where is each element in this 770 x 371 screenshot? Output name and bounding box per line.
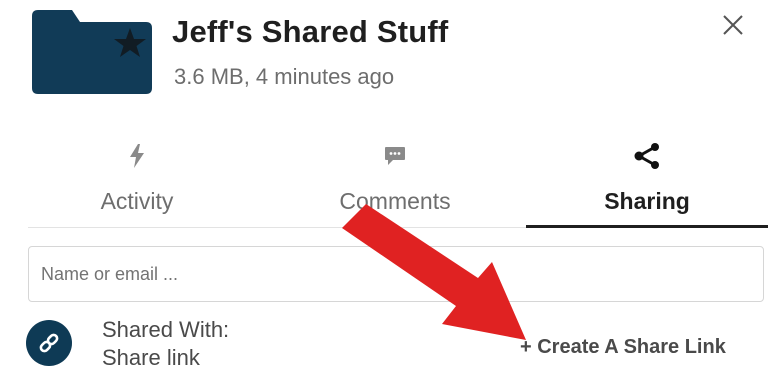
tab-comments[interactable]: Comments xyxy=(300,130,490,228)
folder-star-icon xyxy=(32,10,152,94)
close-button[interactable] xyxy=(716,8,750,42)
share-link-label: Share link xyxy=(102,345,200,370)
share-link-info: Shared With: Share link xyxy=(102,316,229,371)
tab-activity-label: Activity xyxy=(100,188,174,214)
link-icon xyxy=(39,333,59,353)
share-recipient-input[interactable] xyxy=(28,246,764,302)
create-share-link-button[interactable]: + Create A Share Link xyxy=(520,336,726,359)
folder-meta: 3.6 MB, 4 minutes ago xyxy=(174,64,395,89)
lightning-icon xyxy=(130,144,144,168)
share-icon xyxy=(634,143,659,169)
close-icon xyxy=(723,15,743,35)
shared-with-label: Shared With: xyxy=(102,317,230,342)
active-tab-indicator xyxy=(526,225,768,228)
folder-title: Jeff's Shared Stuff xyxy=(172,14,449,49)
tab-activity[interactable]: Activity xyxy=(52,130,222,228)
tab-bar: Activity Comments Sharing xyxy=(0,130,770,230)
tab-sharing[interactable]: Sharing xyxy=(526,130,768,228)
tab-comments-label: Comments xyxy=(339,188,451,214)
tab-sharing-label: Sharing xyxy=(604,188,690,214)
comment-icon xyxy=(385,147,405,165)
share-link-avatar xyxy=(26,320,72,366)
sharing-panel: Jeff's Shared Stuff 3.6 MB, 4 minutes ag… xyxy=(0,0,770,371)
